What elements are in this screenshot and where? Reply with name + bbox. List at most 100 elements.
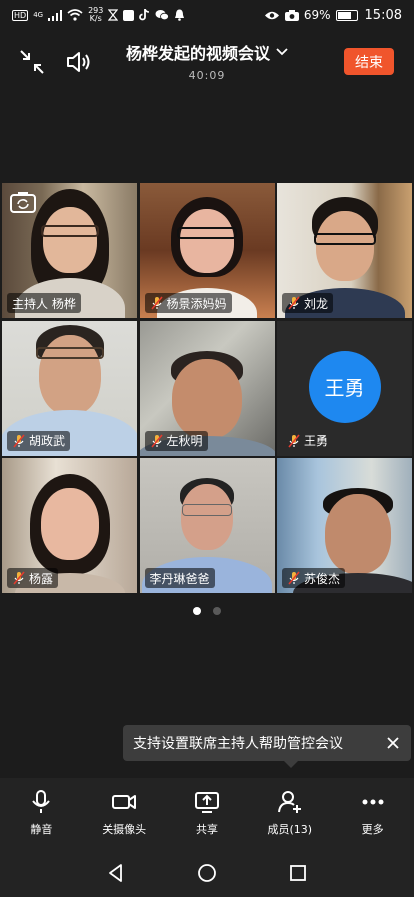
participant-name-tag: 刘龙 bbox=[282, 293, 334, 313]
mic-off-icon bbox=[288, 296, 300, 310]
tiktok-icon bbox=[139, 9, 150, 21]
participant-name: 主持人 杨桦 bbox=[12, 296, 76, 311]
participant-name-tag: 胡政武 bbox=[7, 430, 71, 451]
hourglass-icon bbox=[108, 9, 119, 21]
mic-off-icon bbox=[13, 433, 25, 448]
participant-name: 胡政武 bbox=[29, 434, 66, 448]
participant-tile[interactable]: 胡政武 bbox=[2, 320, 137, 456]
mic-off-icon bbox=[13, 571, 25, 585]
page-dot-2[interactable] bbox=[213, 607, 221, 615]
face bbox=[180, 209, 234, 273]
microphone-icon bbox=[32, 790, 51, 813]
participant-name: 左秋明 bbox=[166, 434, 203, 448]
participant-tile[interactable]: 李丹琳爸爸 bbox=[139, 458, 275, 593]
mic-off-icon bbox=[288, 433, 300, 448]
video-grid: 主持人 杨桦 杨景添妈妈 刘龙 胡政武 左秋明 王勇 王勇 杨露 李丹琳爸爸 苏… bbox=[2, 183, 412, 594]
app-notification-icon bbox=[123, 9, 135, 21]
back-icon[interactable] bbox=[105, 862, 127, 884]
page-indicator[interactable] bbox=[0, 607, 414, 615]
mic-off-icon bbox=[288, 571, 300, 585]
glasses bbox=[40, 225, 99, 237]
share-label: 共享 bbox=[195, 823, 218, 836]
video-camera-icon bbox=[112, 795, 137, 809]
status-bar: HD 4G 293 K/s 69% 15:08 bbox=[0, 0, 414, 30]
participant-tile[interactable]: 王勇 王勇 bbox=[277, 320, 412, 456]
meeting-title-text: 杨桦发起的视频会议 bbox=[125, 44, 270, 63]
camera-off-button[interactable]: 关摄像头 bbox=[84, 789, 164, 837]
participant-tile[interactable]: 杨景添妈妈 bbox=[139, 183, 275, 318]
network-speed: 293 K/s bbox=[88, 7, 103, 23]
participant-tile[interactable]: 左秋明 bbox=[139, 320, 275, 456]
participant-name: 王勇 bbox=[304, 434, 329, 448]
screen-share-icon bbox=[194, 792, 219, 813]
camera-off-label: 关摄像头 bbox=[102, 823, 147, 836]
add-member-icon bbox=[277, 791, 301, 813]
meeting-title-area[interactable]: 杨桦发起的视频会议 40:09 bbox=[90, 40, 324, 82]
meeting-title[interactable]: 杨桦发起的视频会议 bbox=[126, 40, 288, 64]
face bbox=[181, 484, 233, 550]
minimize-icon[interactable] bbox=[18, 48, 46, 76]
participant-name: 李丹琳爸爸 bbox=[149, 571, 210, 586]
glasses bbox=[313, 233, 376, 245]
face bbox=[325, 494, 391, 574]
mute-label: 静音 bbox=[30, 823, 53, 836]
cohost-tip[interactable]: 支持设置联席主持人帮助管控会议 bbox=[123, 725, 411, 768]
participant-name-tag: 苏俊杰 bbox=[282, 568, 346, 588]
participant-tile[interactable]: 主持人 杨桦 bbox=[2, 183, 137, 318]
participant-tile[interactable]: 苏俊杰 bbox=[277, 458, 412, 593]
battery-icon bbox=[335, 9, 358, 21]
participant-name-tag: 杨露 bbox=[7, 568, 59, 588]
participant-tile[interactable]: 刘龙 bbox=[277, 183, 412, 318]
participant-name: 杨景添妈妈 bbox=[166, 296, 227, 311]
more-label: 更多 bbox=[361, 823, 384, 836]
status-left: HD 4G 293 K/s bbox=[12, 7, 185, 23]
participant-name-tag: 左秋明 bbox=[144, 430, 208, 451]
mic-off-icon bbox=[150, 433, 163, 448]
participant-name-tag: 主持人 杨桦 bbox=[7, 293, 81, 313]
wifi-icon bbox=[67, 9, 83, 21]
page-dot-1[interactable] bbox=[193, 607, 201, 615]
mic-off-icon bbox=[150, 296, 163, 310]
recent-apps-icon[interactable] bbox=[287, 862, 309, 884]
face bbox=[42, 207, 97, 273]
participant-name-tag: 李丹琳爸爸 bbox=[144, 568, 215, 588]
close-icon[interactable] bbox=[385, 735, 401, 751]
end-meeting-button[interactable]: 结束 bbox=[344, 48, 394, 75]
members-label: 成员(13) bbox=[267, 823, 313, 836]
glasses bbox=[177, 227, 237, 239]
share-button[interactable]: 共享 bbox=[167, 789, 247, 837]
signal-icon bbox=[48, 9, 63, 21]
more-dots-icon bbox=[362, 799, 384, 805]
participant-name: 刘龙 bbox=[304, 296, 329, 311]
cohost-tip-text: 支持设置联席主持人帮助管控会议 bbox=[133, 736, 343, 752]
participant-name-tag: 王勇 bbox=[282, 431, 333, 451]
speaker-icon[interactable] bbox=[64, 48, 92, 76]
camera-switch-icon[interactable] bbox=[10, 191, 36, 213]
mute-button[interactable]: 静音 bbox=[1, 789, 81, 837]
home-icon[interactable] bbox=[196, 862, 218, 884]
battery-percent: 69% bbox=[303, 8, 331, 22]
network-type: 4G bbox=[33, 11, 44, 19]
participant-name: 杨露 bbox=[29, 571, 54, 586]
face bbox=[40, 488, 99, 560]
video-meeting-screen: HD 4G 293 K/s 69% 15:08 杨桦发起的视频会议 40:09 … bbox=[0, 0, 414, 897]
clock: 15:08 bbox=[364, 7, 402, 23]
meeting-timer: 40:09 bbox=[188, 69, 226, 82]
network-speed-unit: K/s bbox=[89, 14, 102, 23]
camera-status-icon bbox=[284, 9, 299, 21]
meeting-header: 杨桦发起的视频会议 40:09 结束 bbox=[0, 30, 414, 92]
hd-indicator: HD bbox=[12, 9, 29, 21]
tooltip-arrow bbox=[283, 760, 299, 768]
meeting-toolbar: 静音 关摄像头 共享 成员(13) 更多 bbox=[0, 778, 414, 848]
face bbox=[172, 358, 242, 439]
face bbox=[315, 211, 374, 281]
chevron-down-icon bbox=[276, 48, 288, 56]
members-button[interactable]: 成员(13) bbox=[250, 789, 330, 837]
glasses bbox=[35, 346, 104, 359]
participant-name: 苏俊杰 bbox=[304, 571, 341, 586]
eye-icon bbox=[264, 11, 279, 19]
system-nav-bar bbox=[0, 848, 414, 897]
status-right: 69% 15:08 bbox=[264, 8, 402, 23]
more-button[interactable]: 更多 bbox=[333, 789, 413, 837]
participant-tile[interactable]: 杨露 bbox=[2, 458, 137, 593]
